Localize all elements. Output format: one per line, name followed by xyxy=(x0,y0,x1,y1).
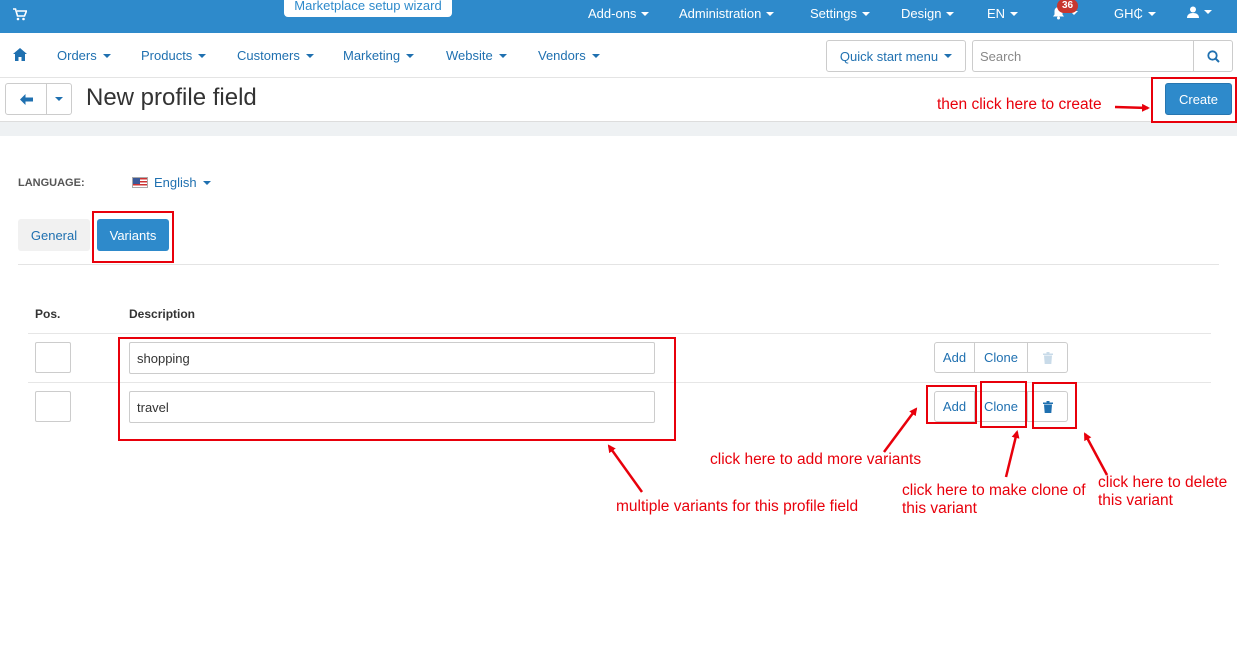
arrow-to-delete xyxy=(1083,432,1109,476)
quick-start-menu-button[interactable]: Quick start menu xyxy=(826,40,966,72)
main-nav: Orders Products Customers Marketing Webs… xyxy=(0,33,1237,78)
delete-variant-button[interactable] xyxy=(1028,342,1068,373)
chevron-down-icon xyxy=(305,53,314,58)
annotation-add: click here to add more variants xyxy=(710,451,922,468)
chevron-down-icon xyxy=(202,180,211,185)
annotation-box-clone xyxy=(980,381,1027,428)
trash-icon xyxy=(1042,351,1053,364)
add-variant-button[interactable]: Add xyxy=(934,342,975,373)
user-menu[interactable] xyxy=(1187,6,1212,18)
row-actions: Add Clone xyxy=(934,342,1068,373)
currency-label: GH₵ xyxy=(1114,6,1143,21)
annotation-box-delete xyxy=(1032,382,1077,429)
row-divider xyxy=(28,333,1211,334)
user-icon xyxy=(1187,6,1199,18)
arrow-to-clone xyxy=(1004,430,1020,478)
tab-divider xyxy=(18,264,1219,265)
language-value: English xyxy=(154,175,197,190)
language-label: LANGUAGE: xyxy=(18,177,85,189)
design-menu[interactable]: Design xyxy=(901,6,955,21)
annotation-create: then click here to create xyxy=(937,96,1102,113)
title-bar-shadow xyxy=(0,122,1237,136)
back-button[interactable] xyxy=(5,83,47,115)
us-flag-icon xyxy=(132,177,148,188)
arrow-left-icon xyxy=(19,93,33,105)
design-label: Design xyxy=(901,6,942,21)
language-selector[interactable]: English xyxy=(132,175,211,190)
chevron-down-icon xyxy=(861,11,870,16)
column-header-description: Description xyxy=(129,307,196,321)
nav-marketing-label: Marketing xyxy=(343,48,401,63)
chevron-down-icon xyxy=(102,53,111,58)
chevron-down-icon xyxy=(946,11,955,16)
home-icon[interactable] xyxy=(13,48,27,64)
top-bar: Marketplace setup wizard Add-ons Adminis… xyxy=(0,0,1237,33)
nav-customers-label: Customers xyxy=(237,48,300,63)
quick-start-label: Quick start menu xyxy=(839,48,939,64)
back-dropdown-button[interactable] xyxy=(46,83,72,115)
administration-label: Administration xyxy=(679,6,762,21)
chevron-down-icon xyxy=(1147,11,1156,16)
chevron-down-icon xyxy=(498,53,507,58)
settings-menu[interactable]: Settings xyxy=(810,6,870,21)
nav-orders[interactable]: Orders xyxy=(57,48,111,63)
chevron-down-icon xyxy=(591,53,600,58)
clone-variant-button[interactable]: Clone xyxy=(975,342,1028,373)
language-code-label: EN xyxy=(987,6,1006,21)
nav-products-label: Products xyxy=(141,48,193,63)
nav-website-label: Website xyxy=(446,48,493,63)
page-title: New profile field xyxy=(86,84,257,111)
nav-vendors-label: Vendors xyxy=(538,48,586,63)
cart-icon[interactable] xyxy=(13,8,28,24)
annotation-delete: click here to delete this variant xyxy=(1098,474,1228,509)
arrow-to-add xyxy=(882,407,918,453)
nav-website[interactable]: Website xyxy=(446,48,507,63)
annotation-box-create xyxy=(1151,77,1237,123)
annotation-clone: click here to make clone of this variant xyxy=(902,482,1086,517)
nav-marketing[interactable]: Marketing xyxy=(343,48,415,63)
notifications-badge: 36 xyxy=(1057,0,1079,13)
tab-general[interactable]: General xyxy=(18,219,90,251)
annotation-box-add xyxy=(926,385,977,424)
addons-menu[interactable]: Add-ons xyxy=(588,6,650,21)
chevron-down-icon xyxy=(55,97,63,101)
chevron-down-icon xyxy=(641,11,650,16)
chevron-down-icon xyxy=(1204,10,1212,14)
search-button[interactable] xyxy=(1193,40,1233,72)
annotation-variants: multiple variants for this profile field xyxy=(616,498,859,515)
nav-products[interactable]: Products xyxy=(141,48,207,63)
annotation-box-variants-list xyxy=(118,337,676,441)
search-input[interactable] xyxy=(972,40,1194,72)
marketplace-wizard-button[interactable]: Marketplace setup wizard xyxy=(284,0,452,17)
arrow-to-variants xyxy=(607,444,644,493)
search-icon xyxy=(1206,49,1220,63)
chevron-down-icon xyxy=(198,53,207,58)
annotation-box-variants-tab xyxy=(92,211,174,263)
position-input[interactable] xyxy=(35,391,71,422)
chevron-down-icon xyxy=(1010,11,1019,16)
chevron-down-icon xyxy=(406,53,415,58)
administration-menu[interactable]: Administration xyxy=(679,6,775,21)
addons-label: Add-ons xyxy=(588,6,637,21)
settings-label: Settings xyxy=(810,6,857,21)
language-menu[interactable]: EN xyxy=(987,6,1019,21)
nav-customers[interactable]: Customers xyxy=(237,48,314,63)
chevron-down-icon xyxy=(766,11,775,16)
currency-menu[interactable]: GH₵ xyxy=(1114,6,1156,21)
nav-orders-label: Orders xyxy=(57,48,97,63)
nav-vendors[interactable]: Vendors xyxy=(538,48,600,63)
chevron-down-icon xyxy=(944,54,953,58)
position-input[interactable] xyxy=(35,342,71,373)
column-header-pos: Pos. xyxy=(35,307,61,321)
